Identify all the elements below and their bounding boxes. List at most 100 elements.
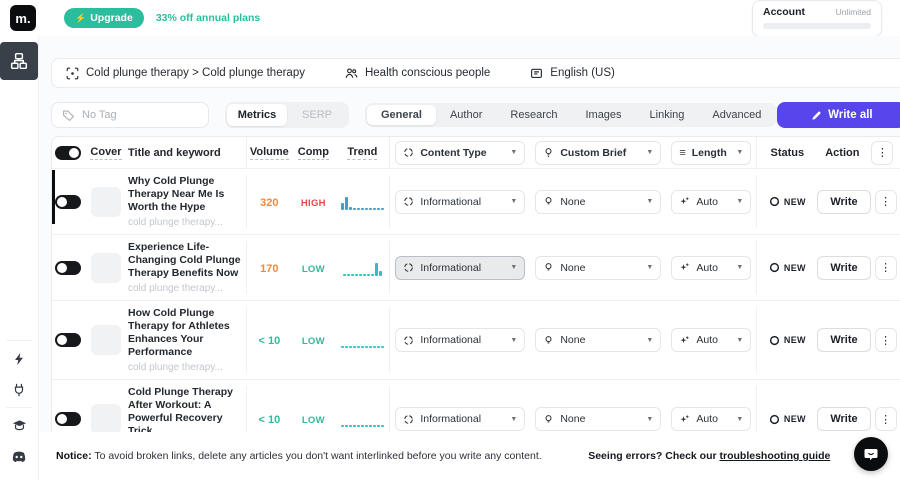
tab-images[interactable]: Images: [571, 105, 635, 125]
volume-value: < 10: [258, 335, 280, 347]
account-usage-bar: [763, 23, 871, 29]
content-type-dropdown[interactable]: Informational▼: [395, 407, 525, 431]
scribble-icon: [403, 335, 414, 346]
cover-image: [91, 404, 121, 434]
article-keyword: cold plunge therapy...: [128, 283, 242, 294]
sidebar-item-cluster[interactable]: [0, 42, 38, 80]
custom-brief-dropdown[interactable]: None▼: [535, 407, 661, 431]
bulb-icon: [543, 196, 554, 207]
comp-badge: LOW: [302, 415, 325, 426]
articles-table: Cover Title and keyword Volume Comp Tren…: [51, 136, 900, 434]
tab-linking[interactable]: Linking: [636, 105, 699, 125]
account-widget[interactable]: Account Unlimited: [752, 0, 882, 37]
row-toggle[interactable]: [55, 261, 81, 275]
custom-brief-dropdown[interactable]: None▼: [535, 190, 661, 214]
length-dropdown[interactable]: Auto▼: [671, 407, 751, 431]
write-all-button[interactable]: Write all: [777, 102, 900, 128]
comp-badge: LOW: [302, 264, 325, 275]
discord-icon: [11, 449, 27, 465]
write-button[interactable]: Write: [817, 256, 870, 280]
row-toggle[interactable]: [55, 195, 81, 209]
comp-badge: LOW: [302, 336, 325, 347]
article-title: How Cold Plunge Therapy for Athletes Enh…: [128, 307, 242, 359]
table-scrollbar-thumb[interactable]: [52, 170, 55, 224]
status-circle-icon: [769, 262, 780, 273]
language-selector[interactable]: English (US): [530, 67, 615, 80]
table-menu-button[interactable]: ⋮: [871, 141, 893, 165]
content-type-bulk-dropdown[interactable]: Content Type▼: [395, 141, 525, 165]
settings-tabs: General Author Research Images Linking A…: [365, 103, 777, 127]
context-bar: Cold plunge therapy > Cold plunge therap…: [51, 58, 900, 88]
footer-bar: Notice: To avoid broken links, delete an…: [39, 432, 900, 480]
tab-advanced[interactable]: Advanced: [698, 105, 775, 125]
bulb-icon: [543, 335, 554, 346]
status-badge: NEW: [784, 335, 806, 345]
scribble-icon: [403, 414, 414, 425]
status-circle-icon: [769, 196, 780, 207]
app-window: m. ⚡ Upgrade 33% off annual plans Accoun…: [0, 0, 900, 480]
length-bulk-dropdown[interactable]: ≡ Length▼: [671, 141, 751, 165]
tag-filter-input[interactable]: No Tag: [51, 102, 209, 128]
cover-image: [91, 187, 121, 217]
errors-help-text: Seeing errors? Check our troubleshooting…: [588, 450, 830, 462]
length-dropdown[interactable]: Auto▼: [671, 256, 751, 280]
custom-brief-dropdown[interactable]: None▼: [535, 328, 661, 352]
sidebar: [0, 36, 39, 480]
sidebar-item-integrations[interactable]: [2, 374, 36, 405]
tab-general[interactable]: General: [367, 105, 436, 125]
sidebar-item-automations[interactable]: [2, 343, 36, 374]
content-type-dropdown[interactable]: Informational▼: [395, 328, 525, 352]
header-action: Action: [817, 147, 867, 159]
write-button[interactable]: Write: [817, 328, 870, 352]
trend-sparkline: [341, 332, 384, 348]
row-menu-button[interactable]: ⋮: [875, 256, 897, 280]
view-serp-button[interactable]: SERP: [287, 104, 347, 126]
content-type-dropdown[interactable]: Informational▼: [395, 190, 525, 214]
view-toggle: Metrics SERP: [225, 102, 349, 128]
bolt-icon: ⚡: [75, 13, 86, 24]
status-circle-icon: [769, 335, 780, 346]
cover-image: [91, 253, 121, 283]
comp-badge: HIGH: [301, 198, 326, 209]
custom-brief-bulk-dropdown[interactable]: Custom Brief▼: [535, 141, 661, 165]
top-bar: m. ⚡ Upgrade 33% off annual plans Accoun…: [0, 0, 900, 36]
status-badge: NEW: [784, 414, 806, 424]
length-dropdown[interactable]: Auto▼: [671, 190, 751, 214]
custom-brief-dropdown[interactable]: None▼: [535, 256, 661, 280]
select-all-toggle[interactable]: [55, 146, 81, 160]
table-row: Why Cold Plunge Therapy Near Me Is Worth…: [52, 169, 900, 235]
status-circle-icon: [769, 414, 780, 425]
scribble-icon: [403, 147, 414, 158]
breadcrumb[interactable]: Cold plunge therapy > Cold plunge therap…: [66, 67, 305, 80]
chat-icon: [863, 446, 879, 462]
row-toggle[interactable]: [55, 333, 81, 347]
pencil-icon: [811, 110, 822, 121]
article-keyword: cold plunge therapy...: [128, 217, 242, 228]
audience-label: Health conscious people: [365, 67, 490, 79]
sidebar-item-discord[interactable]: [2, 441, 36, 472]
bulb-icon: [543, 147, 554, 158]
tab-author[interactable]: Author: [436, 105, 496, 125]
sidebar-divider: [6, 407, 32, 408]
cover-image: [91, 325, 121, 355]
upgrade-button[interactable]: ⚡ Upgrade: [64, 8, 144, 28]
row-menu-button[interactable]: ⋮: [875, 328, 897, 352]
graduation-cap-icon: [12, 418, 27, 433]
audience-selector[interactable]: Health conscious people: [345, 67, 490, 80]
bulb-icon: [543, 262, 554, 273]
content-type-dropdown[interactable]: Informational▼: [395, 256, 525, 280]
table-header: Cover Title and keyword Volume Comp Tren…: [52, 137, 900, 169]
sidebar-item-academy[interactable]: [2, 410, 36, 441]
row-menu-button[interactable]: ⋮: [875, 407, 897, 431]
chat-support-button[interactable]: [854, 437, 888, 471]
view-metrics-button[interactable]: Metrics: [227, 104, 287, 126]
write-button[interactable]: Write: [817, 407, 870, 431]
row-toggle[interactable]: [55, 412, 81, 426]
tab-research[interactable]: Research: [496, 105, 571, 125]
promo-text: 33% off annual plans: [156, 12, 260, 24]
header-cover: Cover: [90, 146, 121, 160]
troubleshooting-link[interactable]: troubleshooting guide: [720, 450, 831, 462]
row-menu-button[interactable]: ⋮: [875, 190, 897, 214]
length-dropdown[interactable]: Auto▼: [671, 328, 751, 352]
write-button[interactable]: Write: [817, 190, 870, 214]
